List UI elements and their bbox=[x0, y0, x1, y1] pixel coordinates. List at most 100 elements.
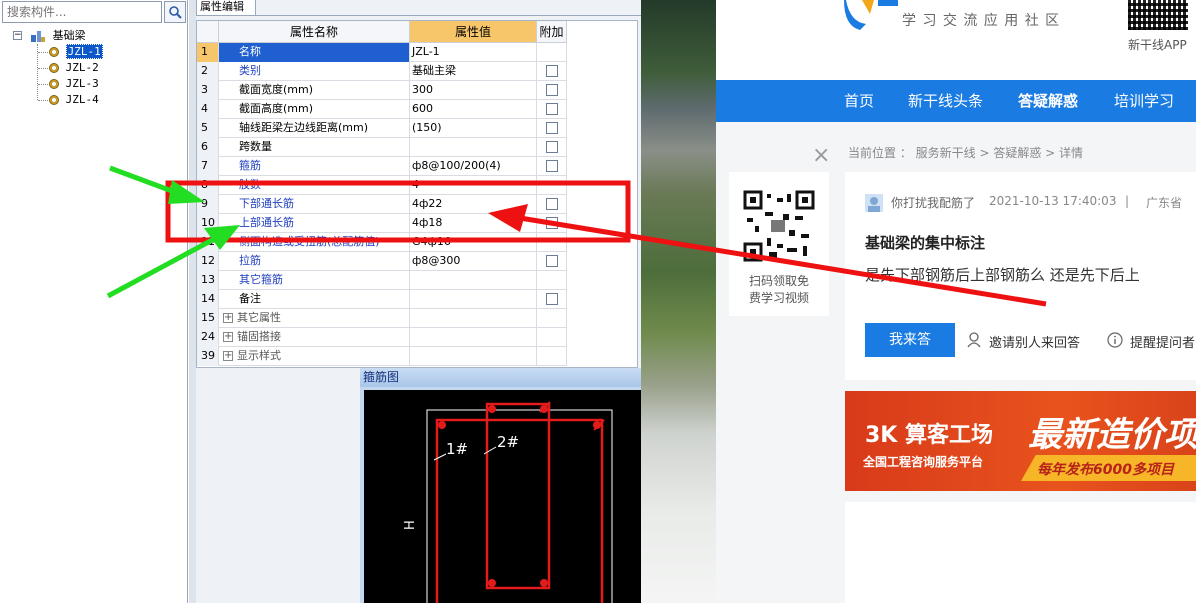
ad-banner[interactable]: 3K 算客工场 全国工程咨询服务平台 最新造价项 每年发布6000多项目 bbox=[845, 391, 1196, 491]
property-row[interactable]: 12 拉筋 ф8@300 bbox=[197, 252, 567, 271]
property-value[interactable]: 600 bbox=[410, 100, 537, 119]
remind-asker-link[interactable]: 提醒提问者 bbox=[1130, 332, 1195, 351]
attach-checkbox[interactable] bbox=[546, 141, 558, 153]
property-row[interactable]: 14 备注 bbox=[197, 290, 567, 309]
search-button[interactable] bbox=[164, 1, 186, 23]
attach-checkbox[interactable] bbox=[546, 293, 558, 305]
attach-checkbox[interactable] bbox=[546, 255, 558, 267]
nav-home[interactable]: 首页 bbox=[844, 80, 874, 122]
post-username[interactable]: 你打扰我配筋了 bbox=[891, 194, 975, 211]
beam-component-icon bbox=[49, 79, 59, 89]
property-value[interactable]: 4 bbox=[410, 176, 537, 195]
property-value[interactable]: G4ф16 bbox=[410, 233, 537, 252]
close-icon[interactable]: × bbox=[812, 144, 830, 168]
header-property-name: 属性名称 bbox=[219, 21, 410, 43]
row-number: 5 bbox=[197, 119, 219, 138]
property-row[interactable]: 1 名称 JZL-1 bbox=[197, 43, 567, 62]
attach-checkbox[interactable] bbox=[546, 160, 558, 172]
property-value[interactable] bbox=[410, 271, 537, 290]
desktop-background-photo bbox=[641, 0, 717, 603]
property-row[interactable]: 11 侧面构造或受扭筋(总配筋值) G4ф16 bbox=[197, 233, 567, 252]
property-value[interactable]: (150) bbox=[410, 119, 537, 138]
property-name: 侧面构造或受扭筋(总配筋值) bbox=[219, 233, 410, 252]
property-row[interactable]: 4 截面高度(mm) 600 bbox=[197, 100, 567, 119]
attach-checkbox[interactable] bbox=[546, 217, 558, 229]
add-cell bbox=[537, 214, 567, 233]
tab-property-edit[interactable]: 属性编辑 bbox=[196, 0, 256, 16]
row-number: 9 bbox=[197, 195, 219, 214]
property-name: 类别 bbox=[219, 62, 410, 81]
property-row[interactable]: 6 跨数量 bbox=[197, 138, 567, 157]
property-value[interactable] bbox=[410, 328, 537, 347]
tree-item-jzl-1[interactable]: JZL-1 bbox=[49, 44, 103, 60]
group-label: 其它属性 bbox=[237, 311, 281, 324]
attach-checkbox[interactable] bbox=[546, 65, 558, 77]
property-row[interactable]: 7 箍筋 ф8@100/200(4) bbox=[197, 157, 567, 176]
property-row[interactable]: 15 + 其它属性 bbox=[197, 309, 567, 328]
expand-icon[interactable]: + bbox=[223, 313, 233, 323]
property-value[interactable] bbox=[410, 347, 537, 366]
property-value[interactable]: ф8@300 bbox=[410, 252, 537, 271]
attach-checkbox[interactable] bbox=[546, 103, 558, 115]
app-label[interactable]: 新干线APP bbox=[1128, 36, 1187, 53]
qr-promo-card[interactable]: 扫码领取免 费学习视频 bbox=[729, 172, 829, 316]
property-value[interactable]: JZL-1 bbox=[410, 43, 537, 62]
app-qr-code[interactable] bbox=[1128, 0, 1188, 30]
breadcrumb: 当前位置 ： 服务新干线 > 答疑解惑 > 详情 bbox=[848, 146, 1083, 160]
stirrup-label-2: 2# bbox=[497, 433, 519, 451]
nav-qa[interactable]: 答疑解惑 bbox=[1018, 80, 1078, 122]
answer-button[interactable]: 我来答 bbox=[865, 323, 955, 357]
nav-training[interactable]: 培训学习 bbox=[1114, 80, 1174, 122]
tree-item-jzl-2[interactable]: JZL-2 bbox=[49, 60, 99, 76]
property-row[interactable]: 10 上部通长筋 4ф18 bbox=[197, 214, 567, 233]
attach-checkbox[interactable] bbox=[546, 122, 558, 134]
info-icon bbox=[1107, 332, 1123, 348]
property-name: + 其它属性 bbox=[219, 309, 410, 328]
property-value[interactable] bbox=[410, 309, 537, 328]
property-row[interactable]: 39 + 显示样式 bbox=[197, 347, 567, 366]
tree-root-beam[interactable]: 基础梁 bbox=[30, 28, 86, 44]
property-name: 轴线距梁左边线距离(mm) bbox=[219, 119, 410, 138]
tree-item-jzl-3[interactable]: JZL-3 bbox=[49, 76, 99, 92]
banner-tag: 每年发布6000多项目 bbox=[1037, 462, 1174, 478]
component-search-input[interactable]: 搜索构件... bbox=[2, 1, 162, 23]
tree-item-jzl-4[interactable]: JZL-4 bbox=[49, 92, 99, 108]
attach-checkbox[interactable] bbox=[546, 84, 558, 96]
panel-splitter[interactable] bbox=[189, 0, 196, 603]
nav-headlines[interactable]: 新干线头条 bbox=[908, 80, 983, 122]
user-avatar-icon[interactable] bbox=[865, 194, 883, 212]
invite-answer-link[interactable]: 邀请别人来回答 bbox=[989, 332, 1080, 351]
property-row[interactable]: 24 + 锚固搭接 bbox=[197, 328, 567, 347]
property-row[interactable]: 3 截面宽度(mm) 300 bbox=[197, 81, 567, 100]
qr-caption-line-1: 扫码领取免 bbox=[748, 274, 809, 288]
property-value[interactable] bbox=[410, 290, 537, 309]
expand-icon[interactable]: + bbox=[223, 332, 233, 342]
content-card bbox=[845, 502, 1196, 603]
property-row[interactable]: 13 其它箍筋 bbox=[197, 271, 567, 290]
property-name: 箍筋 bbox=[219, 157, 410, 176]
property-row[interactable]: 8 肢数 4 bbox=[197, 176, 567, 195]
row-number: 4 bbox=[197, 100, 219, 119]
property-row[interactable]: 5 轴线距梁左边线距离(mm) (150) bbox=[197, 119, 567, 138]
expand-icon[interactable]: + bbox=[223, 351, 233, 361]
property-value[interactable]: 300 bbox=[410, 81, 537, 100]
property-name: 上部通长筋 bbox=[219, 214, 410, 233]
property-value[interactable]: 基础主梁 bbox=[410, 62, 537, 81]
row-number: 3 bbox=[197, 81, 219, 100]
post-time: 2021-10-13 17:40:03 bbox=[989, 194, 1117, 208]
property-name: 名称 bbox=[219, 43, 410, 62]
search-icon bbox=[169, 6, 182, 19]
tree-collapse-toggle[interactable]: − bbox=[13, 31, 22, 40]
attach-checkbox[interactable] bbox=[546, 198, 558, 210]
tree-item-label: JZL-1 bbox=[65, 44, 103, 59]
property-value[interactable] bbox=[410, 138, 537, 157]
group-label: 显示样式 bbox=[237, 349, 281, 362]
property-row[interactable]: 9 下部通长筋 4ф22 bbox=[197, 195, 567, 214]
property-value[interactable]: ф8@100/200(4) bbox=[410, 157, 537, 176]
grid-corner bbox=[197, 21, 219, 43]
property-name: 截面宽度(mm) bbox=[219, 81, 410, 100]
property-value[interactable]: 4ф18 bbox=[410, 214, 537, 233]
property-row[interactable]: 2 类别 基础主梁 bbox=[197, 62, 567, 81]
property-value[interactable]: 4ф22 bbox=[410, 195, 537, 214]
property-name: 肢数 bbox=[219, 176, 410, 195]
